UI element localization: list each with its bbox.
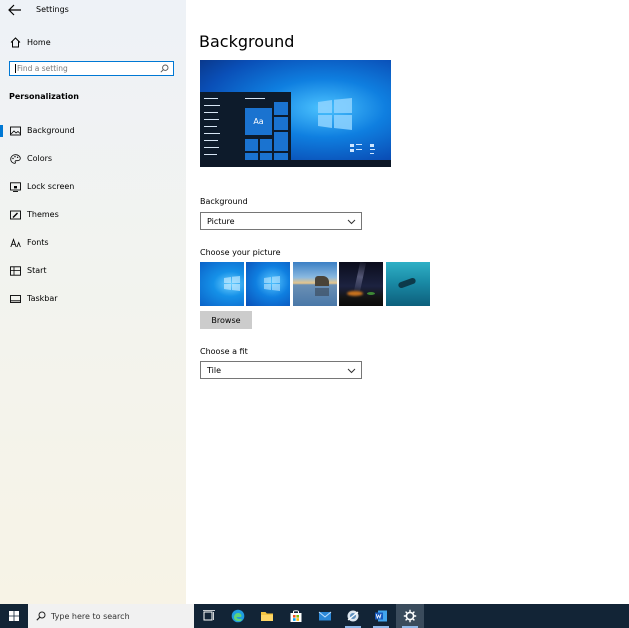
sidebar-item-label: Colors <box>27 154 53 163</box>
search-icon <box>36 611 46 621</box>
picture-thumbnail-4[interactable] <box>339 262 383 306</box>
sidebar-item-colors[interactable]: Colors <box>0 149 186 169</box>
title-bar: Settings <box>0 0 186 20</box>
snip-sketch-icon <box>347 610 359 622</box>
browse-button[interactable]: Browse <box>200 311 252 329</box>
picture-thumbnail-1[interactable] <box>200 262 244 306</box>
preview-taskbar <box>200 160 391 167</box>
desktop-preview: Aa <box>200 60 391 167</box>
picture-thumbnail-2[interactable] <box>246 262 290 306</box>
start-button[interactable] <box>0 604 28 628</box>
windows-logo-icon <box>264 276 280 291</box>
windows-logo-icon <box>9 611 19 621</box>
mail-button[interactable] <box>311 604 339 628</box>
windows-logo-icon <box>318 98 352 130</box>
background-type-value: Picture <box>207 217 235 226</box>
start-icon <box>10 266 21 276</box>
background-type-dropdown[interactable]: Picture <box>200 212 362 230</box>
sidebar-item-label: Background <box>27 126 75 135</box>
preview-sample-tile: Aa <box>245 108 272 135</box>
chevron-down-icon <box>347 368 356 374</box>
windows-taskbar: Type here to search <box>0 604 629 628</box>
home-label: Home <box>27 38 51 47</box>
chevron-down-icon <box>347 219 356 225</box>
sidebar-item-taskbar[interactable]: Taskbar <box>0 289 186 309</box>
sidebar-item-label: Themes <box>27 210 59 219</box>
choose-fit-value: Tile <box>207 366 222 375</box>
fonts-icon <box>10 238 21 248</box>
back-arrow-icon[interactable] <box>8 4 22 16</box>
sidebar-item-label: Fonts <box>27 238 49 247</box>
sidebar-item-label: Taskbar <box>27 294 58 303</box>
taskbar-search-box[interactable]: Type here to search <box>28 604 194 628</box>
sidebar-item-background[interactable]: Background <box>0 121 186 141</box>
settings-taskbar-button[interactable] <box>396 604 424 628</box>
themes-icon <box>10 210 21 220</box>
lock-screen-icon <box>10 182 21 192</box>
choose-picture-label: Choose your picture <box>200 248 281 257</box>
taskbar-icon <box>10 295 21 303</box>
home-icon <box>10 37 21 48</box>
word-icon <box>375 610 387 622</box>
page-title: Background <box>199 32 295 51</box>
settings-sidebar: Settings Home Personalization Background… <box>0 0 186 604</box>
sidebar-item-lock-screen[interactable]: Lock screen <box>0 177 186 197</box>
background-type-label: Background <box>200 197 248 206</box>
picture-thumbnail-5[interactable] <box>386 262 430 306</box>
gear-icon <box>403 609 417 623</box>
section-heading: Personalization <box>9 92 79 101</box>
sidebar-item-themes[interactable]: Themes <box>0 205 186 225</box>
task-view-button[interactable] <box>195 604 223 628</box>
sidebar-item-label: Lock screen <box>27 182 75 191</box>
mail-envelope-icon <box>318 611 332 621</box>
choose-fit-label: Choose a fit <box>200 347 248 356</box>
home-nav-item[interactable]: Home <box>0 34 186 52</box>
search-icon[interactable] <box>160 64 169 73</box>
sidebar-item-start[interactable]: Start <box>0 261 186 281</box>
taskbar-search-placeholder: Type here to search <box>51 612 130 621</box>
store-button[interactable] <box>282 604 310 628</box>
text-caret <box>15 64 16 73</box>
sidebar-item-label: Start <box>27 266 47 275</box>
task-view-icon <box>203 610 215 621</box>
palette-icon <box>10 154 21 164</box>
main-content: Background Aa Background Picture Choose … <box>186 0 629 604</box>
preview-desktop-icons <box>350 144 375 154</box>
search-input[interactable] <box>17 63 157 74</box>
store-bag-icon <box>290 610 302 622</box>
window-title: Settings <box>36 5 69 14</box>
sidebar-item-fonts[interactable]: Fonts <box>0 233 186 253</box>
picture-thumbnail-3[interactable] <box>293 262 337 306</box>
snipping-tool-button[interactable] <box>339 604 367 628</box>
file-explorer-button[interactable] <box>253 604 281 628</box>
windows-logo-icon <box>224 276 240 291</box>
image-icon <box>10 126 21 136</box>
find-setting-search[interactable] <box>9 61 174 76</box>
edge-browser-icon <box>231 609 245 623</box>
folder-icon <box>261 612 273 621</box>
edge-button[interactable] <box>224 604 252 628</box>
choose-fit-dropdown[interactable]: Tile <box>200 361 362 379</box>
word-button[interactable] <box>367 604 395 628</box>
